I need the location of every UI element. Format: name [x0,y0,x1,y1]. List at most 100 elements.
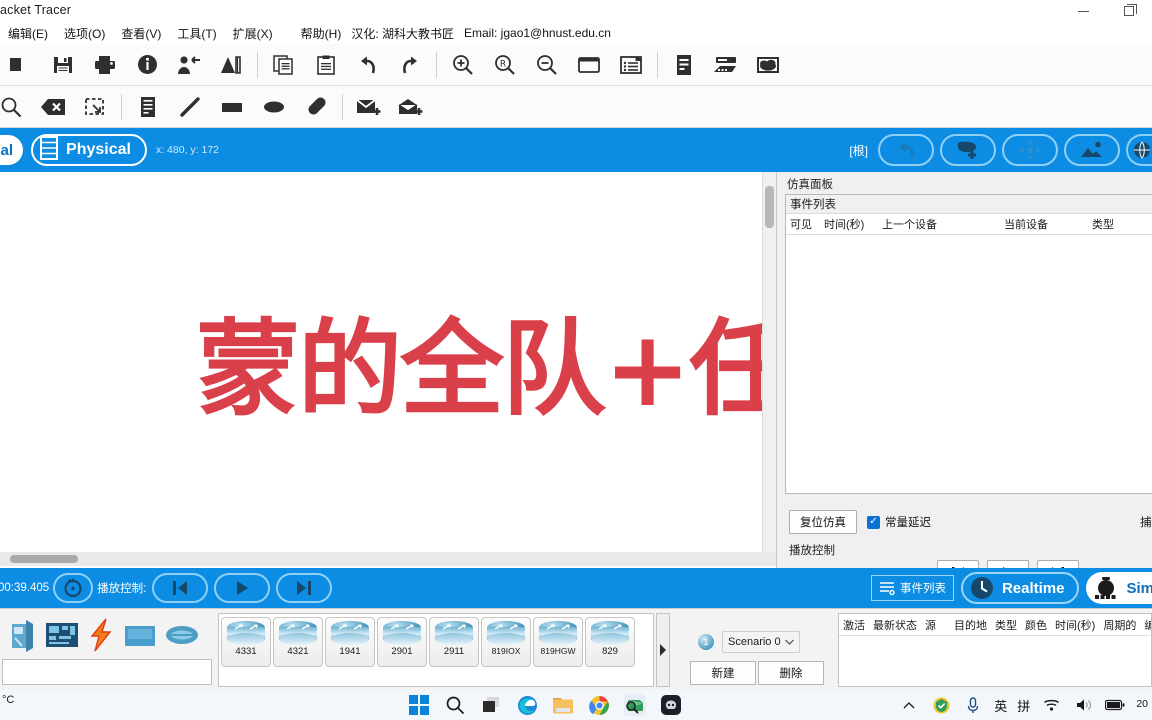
end-devices-icon[interactable] [122,615,158,655]
microphone-icon[interactable] [962,694,984,716]
tab-physical[interactable]: Physical [31,134,147,166]
menu-help[interactable]: 帮助(H) [293,23,350,44]
device-item-2901[interactable]: 2901 [377,617,427,667]
edge-button[interactable] [516,694,538,716]
weather-widget[interactable]: °C [2,694,14,706]
wifi-icon[interactable] [1040,694,1062,716]
menu-view[interactable]: 查看(V) [113,23,169,44]
delete-icon[interactable] [32,87,74,127]
open-folder-icon[interactable] [0,45,42,85]
device-item-829[interactable]: 829 [585,617,635,667]
device-list-scroll-right[interactable] [656,613,670,687]
notes-panel-icon[interactable] [663,45,705,85]
marquee-select-icon[interactable] [74,87,116,127]
search-button[interactable] [444,694,466,716]
device-list-icon[interactable] [705,45,747,85]
event-list-toggle-button[interactable]: 事件列表 [870,575,954,601]
set-background-button[interactable] [1064,134,1120,166]
zoom-out-icon[interactable] [526,45,568,85]
device-item-819iox[interactable]: 819IOX [481,617,531,667]
menu-extensions[interactable]: 扩展(X) [225,23,281,44]
scenario-new-button[interactable]: 新建 [690,661,756,685]
device-item-2911[interactable]: 2911 [429,617,479,667]
scenario-delete-button[interactable]: 删除 [758,661,824,685]
viewport-button[interactable] [1126,134,1152,166]
draw-freeform-icon[interactable] [295,87,337,127]
device-item-4321[interactable]: 4321 [273,617,323,667]
start-button[interactable] [408,694,430,716]
language-indicator[interactable]: 英 [994,696,1007,715]
volume-icon[interactable] [1072,694,1094,716]
reset-time-button[interactable] [53,573,94,603]
copy-icon[interactable] [263,45,305,85]
realtime-mode-button[interactable]: Realtime [960,572,1080,604]
canvas-vscroll-thumb[interactable] [765,186,774,228]
simulation-mode-button[interactable]: Sim [1086,572,1152,604]
activity-wizard-icon[interactable] [168,45,210,85]
workspace-canvas[interactable]: 蒙的全队+任务二 [0,172,762,552]
connections-icon[interactable] [86,615,116,655]
taskbar-clock[interactable]: 20 [1136,699,1148,710]
select-icon[interactable] [0,87,32,127]
network-cloud-icon[interactable] [747,45,789,85]
canvas-horizontal-scrollbar[interactable] [0,552,776,566]
constant-delay-row[interactable]: ✓ 常量延迟 [867,514,931,530]
shield-icon[interactable] [930,694,952,716]
chevron-up-icon[interactable] [898,694,920,716]
column-type: 类型 [1092,219,1114,231]
chrome-button[interactable] [588,694,610,716]
add-cluster-button[interactable] [940,134,996,166]
menu-edit[interactable]: 编辑(E) [0,23,56,44]
app-button[interactable] [660,694,682,716]
add-complex-pdu-icon[interactable] [390,87,432,127]
file-explorer-button[interactable] [552,694,574,716]
maximize-button[interactable] [1106,0,1152,22]
minimize-button[interactable] [1060,0,1106,22]
task-view-button[interactable] [480,694,502,716]
constant-delay-checkbox[interactable]: ✓ [867,515,880,529]
draw-line-icon[interactable] [169,87,211,127]
network-devices-icon[interactable] [4,615,38,655]
palette-window-icon[interactable] [568,45,610,85]
redo-icon[interactable] [389,45,431,85]
undo-icon[interactable] [347,45,389,85]
pdu-table-header: 激活 最新状态 源 目的地 类型 颜色 时间(秒) 周期的 编 [839,614,1151,636]
scenario-select[interactable]: Scenario 0 [722,631,800,653]
main-toolbar: R [0,44,1152,86]
menu-options[interactable]: 选项(O) [56,23,113,44]
save-icon[interactable] [42,45,84,85]
status-forward-step-button[interactable] [276,573,333,603]
reset-simulation-button[interactable]: 复位仿真 [789,510,857,534]
battery-icon[interactable] [1104,694,1126,716]
device-item-1941[interactable]: 1941 [325,617,375,667]
note-icon[interactable] [127,87,169,127]
iot-board-icon[interactable] [44,615,80,655]
print-icon[interactable] [84,45,126,85]
draw-ellipse-icon[interactable] [253,87,295,127]
status-back-step-button[interactable] [152,573,209,603]
device-item-4331[interactable]: 4331 [221,617,271,667]
status-play-button[interactable] [214,573,271,603]
wan-cloud-icon[interactable] [164,615,200,655]
window-controls [1060,0,1152,22]
packet-tracer-button[interactable] [624,694,646,716]
info-icon[interactable] [126,45,168,85]
input-method-indicator[interactable]: 拼 [1017,696,1030,715]
canvas-hscroll-thumb[interactable] [10,555,78,563]
custom-devices-icon[interactable] [610,45,652,85]
move-object-button[interactable] [1002,134,1058,166]
paste-icon[interactable] [305,45,347,85]
draw-rect-icon[interactable] [211,87,253,127]
network-protocol-icon[interactable] [210,45,252,85]
menu-tools[interactable]: 工具(T) [169,23,224,44]
device-subcategory-box[interactable] [2,659,212,685]
device-label: 819HGW [540,646,576,656]
zoom-reset-icon[interactable]: R [484,45,526,85]
add-simple-pdu-icon[interactable] [348,87,390,127]
zoom-in-icon[interactable] [442,45,484,85]
tab-logical[interactable]: ical [0,135,24,165]
canvas-vertical-scrollbar[interactable] [762,172,776,552]
simulation-panel: 仿真面板 事件列表 可见 时间(秒) 上一个设备 当前设备 类型 复位仿真 ✓ … [776,172,1152,586]
device-item-819hgw[interactable]: 819HGW [533,617,583,667]
navigate-back-button[interactable] [878,134,934,166]
